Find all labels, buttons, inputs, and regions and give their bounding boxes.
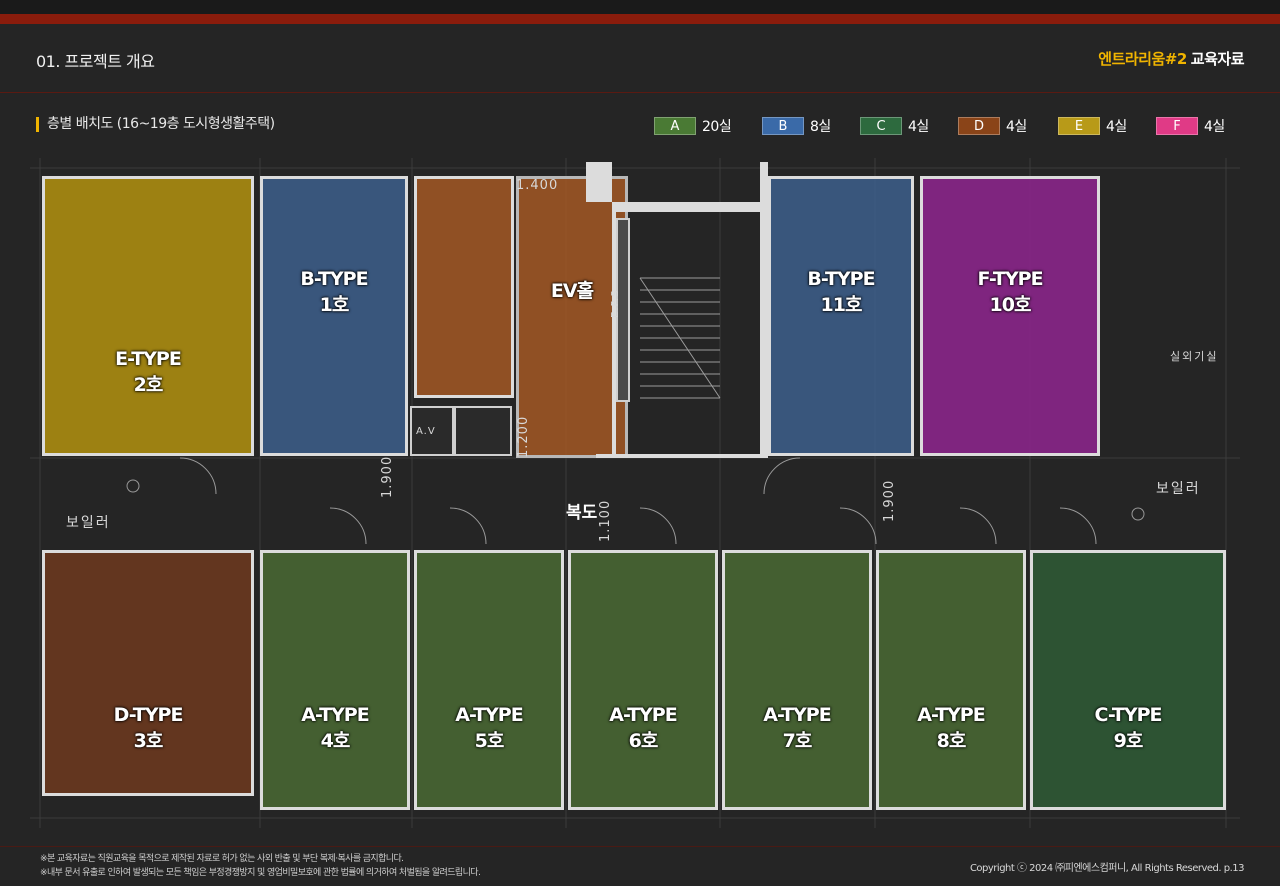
legend-chip: F [1156, 117, 1198, 135]
room-unit-label: 11호 [820, 294, 863, 316]
room-b-type-11: B-TYPE 11호 [768, 176, 914, 456]
machine-room [414, 176, 514, 398]
core-wall [760, 162, 768, 458]
corridor-label: 복도 [566, 503, 598, 523]
room-unit-label: 7호 [782, 730, 813, 752]
legend-chip: C [860, 117, 902, 135]
room-unit-label: 3호 [133, 730, 164, 752]
brand-text: 교육자료 [1190, 50, 1245, 68]
room-a-type-5: A-TYPE 5호 [414, 550, 564, 810]
room-type-label: C-TYPE [1094, 704, 1162, 726]
room-type-label: A-TYPE [763, 704, 831, 726]
room-type-label: E-TYPE [115, 348, 182, 370]
dimension-1100: 1.100 [598, 499, 613, 542]
legend-count: 4실 [1006, 119, 1027, 135]
room-unit-label: 8호 [936, 730, 967, 752]
room-type-label: D-TYPE [113, 704, 184, 726]
room-unit-label: 2호 [133, 374, 164, 396]
room-type-label: B-TYPE [807, 268, 875, 290]
room-type-label: F-TYPE [977, 268, 1043, 290]
dimension-1900-left: 1.900 [380, 455, 395, 498]
copyright: Copyright ⓒ 2024 ㈜피엔에스컴퍼니, All Rights Re… [969, 863, 1245, 874]
eps-label: E.P.S [610, 289, 621, 319]
room-unit-label: 6호 [628, 730, 659, 752]
brand-accent: 엔트라리움#2 [1098, 50, 1187, 68]
av-label: A.V [416, 426, 436, 437]
floor-plan: E-TYPE 2호 B-TYPE 1호 EV홀 B-TYPE 11호 F-TYP… [30, 158, 1240, 828]
legend-count: 4실 [908, 119, 929, 135]
room-e-type-2: E-TYPE 2호 [42, 176, 254, 456]
legend-chip: B [762, 117, 804, 135]
page-subtitle: 층별 배치도 (16~19층 도시형생활주택) [36, 117, 275, 132]
section-title: 01. 프로젝트 개요 [36, 52, 155, 71]
legend-count: 8실 [810, 119, 831, 135]
footer-note-1: ※본 교육자료는 직원교육을 목적으로 제작된 자료로 허가 없는 사외 반출 … [40, 854, 404, 864]
legend-chip: D [958, 117, 1000, 135]
legend-chip: E [1058, 117, 1100, 135]
core-wall [586, 162, 612, 202]
legend-count: 4실 [1204, 119, 1225, 135]
footer-notes: ※본 교육자료는 직원교육을 목적으로 제작된 자료로 허가 없는 사외 반출 … [40, 852, 481, 880]
legend-item-e: E 4실 [1058, 116, 1127, 136]
legend-item-f: F 4실 [1156, 116, 1225, 136]
brand-title: 엔트라리움#2 교육자료 [1098, 48, 1244, 69]
room-unit-label: 5호 [474, 730, 505, 752]
room-type-label: A-TYPE [609, 704, 677, 726]
legend-count: 20실 [702, 119, 732, 135]
footer-note-2: ※내부 문서 유출로 인하여 발생되는 모든 책임은 부정경쟁방지 및 영업비밀… [40, 868, 481, 878]
st-shaft [454, 406, 512, 456]
room-a-type-7: A-TYPE 7호 [722, 550, 872, 810]
legend-item-d: D 4실 [958, 116, 1027, 136]
dimension-1400: 1.400 [516, 178, 559, 193]
outdoor-unit-label: 실외기실 [1170, 350, 1219, 363]
room-unit-label: 10호 [989, 294, 1032, 316]
room-c-type-9: C-TYPE 9호 [1030, 550, 1226, 810]
header-divider [0, 92, 1280, 93]
room-a-type-4: A-TYPE 4호 [260, 550, 410, 810]
room-unit-label: 9호 [1113, 730, 1144, 752]
room-type-label: A-TYPE [917, 704, 985, 726]
room-unit-label: 4호 [320, 730, 351, 752]
room-a-type-6: A-TYPE 6호 [568, 550, 718, 810]
top-bar [0, 0, 1280, 14]
room-type-label: B-TYPE [300, 268, 368, 290]
top-accent-stripe [0, 14, 1280, 24]
room-type-label: A-TYPE [455, 704, 523, 726]
room-b-type-1: B-TYPE 1호 [260, 176, 408, 456]
core-wall [596, 454, 764, 458]
room-d-type-3: D-TYPE 3호 [42, 550, 254, 796]
room-unit-label: 1호 [319, 294, 350, 316]
footer-divider [0, 846, 1280, 847]
legend-item-c: C 4실 [860, 116, 929, 136]
legend-item-a: A 20실 [654, 116, 732, 136]
legend-chip: A [654, 117, 696, 135]
dimension-1900-right: 1.900 [882, 479, 897, 522]
boiler-label-right: 보일러 [1156, 481, 1201, 497]
room-type-label: A-TYPE [301, 704, 369, 726]
room-a-type-8: A-TYPE 8호 [876, 550, 1026, 810]
legend-count: 4실 [1106, 119, 1127, 135]
room-f-type-10: F-TYPE 10호 [920, 176, 1100, 456]
legend-item-b: B 8실 [762, 116, 831, 136]
core-wall [616, 202, 764, 212]
dimension-1200: 1.200 [516, 415, 531, 458]
boiler-label-left: 보일러 [66, 515, 111, 531]
